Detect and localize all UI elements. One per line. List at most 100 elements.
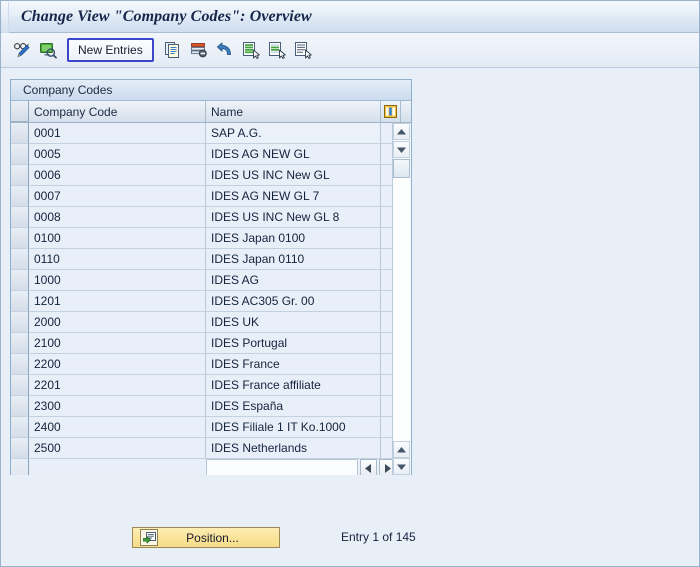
- focus-corner-marker: [374, 137, 380, 143]
- cell-company-code[interactable]: 0001: [29, 123, 206, 144]
- row-select-cell[interactable]: [11, 144, 29, 165]
- row-select-cell[interactable]: [11, 333, 29, 354]
- triangle-up-icon: [397, 128, 406, 134]
- table-row[interactable]: 0007 IDES AG NEW GL 7: [11, 186, 411, 207]
- table-row[interactable]: 0006 IDES US INC New GL: [11, 165, 411, 186]
- row-select-cell[interactable]: [11, 354, 29, 375]
- cell-name[interactable]: IDES AG NEW GL 7: [206, 186, 381, 207]
- check-entries-icon-button[interactable]: [37, 38, 59, 62]
- table-row[interactable]: 2300 IDES España: [11, 396, 411, 417]
- cell-name[interactable]: IDES France affiliate: [206, 375, 381, 396]
- row-select-cell[interactable]: [11, 207, 29, 228]
- cell-name[interactable]: IDES US INC New GL: [206, 165, 381, 186]
- cell-company-code[interactable]: 1201: [29, 291, 206, 312]
- table-row[interactable]: 2100 IDES Portugal: [11, 333, 411, 354]
- cell-name[interactable]: IDES AG: [206, 270, 381, 291]
- scroll-page-down-button[interactable]: [393, 441, 410, 458]
- row-select-cell[interactable]: [11, 312, 29, 333]
- position-arrow-icon: [142, 531, 156, 543]
- copy-as-icon: [164, 42, 179, 58]
- application-toolbar: New Entries: [1, 33, 699, 68]
- cell-name[interactable]: IDES AG NEW GL: [206, 144, 381, 165]
- cell-name[interactable]: IDES Portugal: [206, 333, 381, 354]
- select-all-icon-button[interactable]: [240, 38, 262, 62]
- cell-name[interactable]: IDES Netherlands: [206, 438, 381, 459]
- cell-name[interactable]: IDES España: [206, 396, 381, 417]
- row-select-cell[interactable]: [11, 249, 29, 270]
- cell-name[interactable]: IDES France: [206, 354, 381, 375]
- select-block-icon: [268, 42, 286, 59]
- scroll-down-button[interactable]: [393, 458, 410, 475]
- row-select-cell[interactable]: [11, 123, 29, 144]
- column-header-name[interactable]: Name: [206, 101, 381, 122]
- cell-company-code[interactable]: 2000: [29, 312, 206, 333]
- table-row[interactable]: 2000 IDES UK: [11, 312, 411, 333]
- table-row[interactable]: 1000 IDES AG: [11, 270, 411, 291]
- cell-company-code[interactable]: 0007: [29, 186, 206, 207]
- table-row[interactable]: 2400 IDES Filiale 1 IT Ko.1000: [11, 417, 411, 438]
- cell-name[interactable]: IDES UK: [206, 312, 381, 333]
- cell-name[interactable]: SAP A.G.: [206, 123, 381, 144]
- table-settings-icon-button[interactable]: [381, 101, 401, 122]
- row-select-cell[interactable]: [11, 396, 29, 417]
- row-select-cell[interactable]: [11, 417, 29, 438]
- table-row[interactable]: 1201 IDES AC305 Gr. 00: [11, 291, 411, 312]
- table-row[interactable]: 0001 SAP A.G.: [11, 123, 411, 144]
- cell-name[interactable]: IDES Filiale 1 IT Ko.1000: [206, 417, 381, 438]
- cell-company-code[interactable]: 1000: [29, 270, 206, 291]
- vertical-scrollbar-track[interactable]: [393, 178, 410, 441]
- cell-company-code[interactable]: 2201: [29, 375, 206, 396]
- scroll-up-button[interactable]: [393, 123, 410, 140]
- select-all-icon: [242, 42, 260, 59]
- cell-company-code[interactable]: 2300: [29, 396, 206, 417]
- display-change-icon-button[interactable]: [11, 38, 33, 62]
- cell-company-code[interactable]: 2400: [29, 417, 206, 438]
- scroll-left-button[interactable]: [360, 459, 377, 475]
- select-block-icon-button[interactable]: [266, 38, 288, 62]
- vertical-scrollbar[interactable]: [392, 123, 411, 475]
- title-bar-accent: [2, 2, 9, 33]
- table-row[interactable]: 2500 IDES Netherlands: [11, 438, 411, 459]
- row-select-cell[interactable]: [11, 270, 29, 291]
- table-row[interactable]: 0005 IDES AG NEW GL: [11, 144, 411, 165]
- cell-company-code[interactable]: 2500: [29, 438, 206, 459]
- row-select-cell[interactable]: [11, 291, 29, 312]
- scroll-page-up-button[interactable]: [393, 141, 410, 158]
- position-icon: [140, 529, 158, 546]
- cell-company-code[interactable]: 0006: [29, 165, 206, 186]
- cell-company-code[interactable]: 2200: [29, 354, 206, 375]
- table-row[interactable]: 0100 IDES Japan 0100: [11, 228, 411, 249]
- table-row[interactable]: 2201 IDES France affiliate: [11, 375, 411, 396]
- cell-company-code[interactable]: 0008: [29, 207, 206, 228]
- cell-company-code[interactable]: 2100: [29, 333, 206, 354]
- column-header-company-code[interactable]: Company Code: [29, 101, 206, 122]
- header-select-all-cell[interactable]: [11, 101, 29, 122]
- cell-name[interactable]: IDES Japan 0100: [206, 228, 381, 249]
- company-codes-table-panel: Company Codes Company Code Name 0001 SAP …: [10, 79, 412, 475]
- cell-company-code[interactable]: 0100: [29, 228, 206, 249]
- cell-name[interactable]: IDES US INC New GL 8: [206, 207, 381, 228]
- new-entries-button[interactable]: New Entries: [67, 38, 154, 62]
- cell-name[interactable]: IDES AC305 Gr. 00: [206, 291, 381, 312]
- table-row[interactable]: 0008 IDES US INC New GL 8: [11, 207, 411, 228]
- deselect-all-icon-button[interactable]: [292, 38, 314, 62]
- cell-company-code[interactable]: 0110: [29, 249, 206, 270]
- row-select-cell[interactable]: [11, 228, 29, 249]
- row-select-cell[interactable]: [11, 186, 29, 207]
- table-row[interactable]: 2200 IDES France: [11, 354, 411, 375]
- row-select-cell[interactable]: [11, 165, 29, 186]
- horizontal-scroll-input[interactable]: [206, 459, 358, 475]
- vertical-scrollbar-thumb[interactable]: [393, 159, 410, 178]
- row-select-cell[interactable]: [11, 438, 29, 459]
- entry-counter: Entry 1 of 145: [341, 530, 416, 544]
- triangle-right-icon: [385, 463, 391, 473]
- position-button[interactable]: Position...: [132, 527, 280, 548]
- cell-name[interactable]: IDES Japan 0110: [206, 249, 381, 270]
- undo-icon-button[interactable]: [214, 38, 236, 62]
- delete-icon-button[interactable]: [188, 38, 210, 62]
- row-select-cell[interactable]: [11, 375, 29, 396]
- cell-company-code[interactable]: 0005: [29, 144, 206, 165]
- table-footer-row: [11, 459, 411, 475]
- table-row[interactable]: 0110 IDES Japan 0110: [11, 249, 411, 270]
- copy-as-icon-button[interactable]: [162, 38, 184, 62]
